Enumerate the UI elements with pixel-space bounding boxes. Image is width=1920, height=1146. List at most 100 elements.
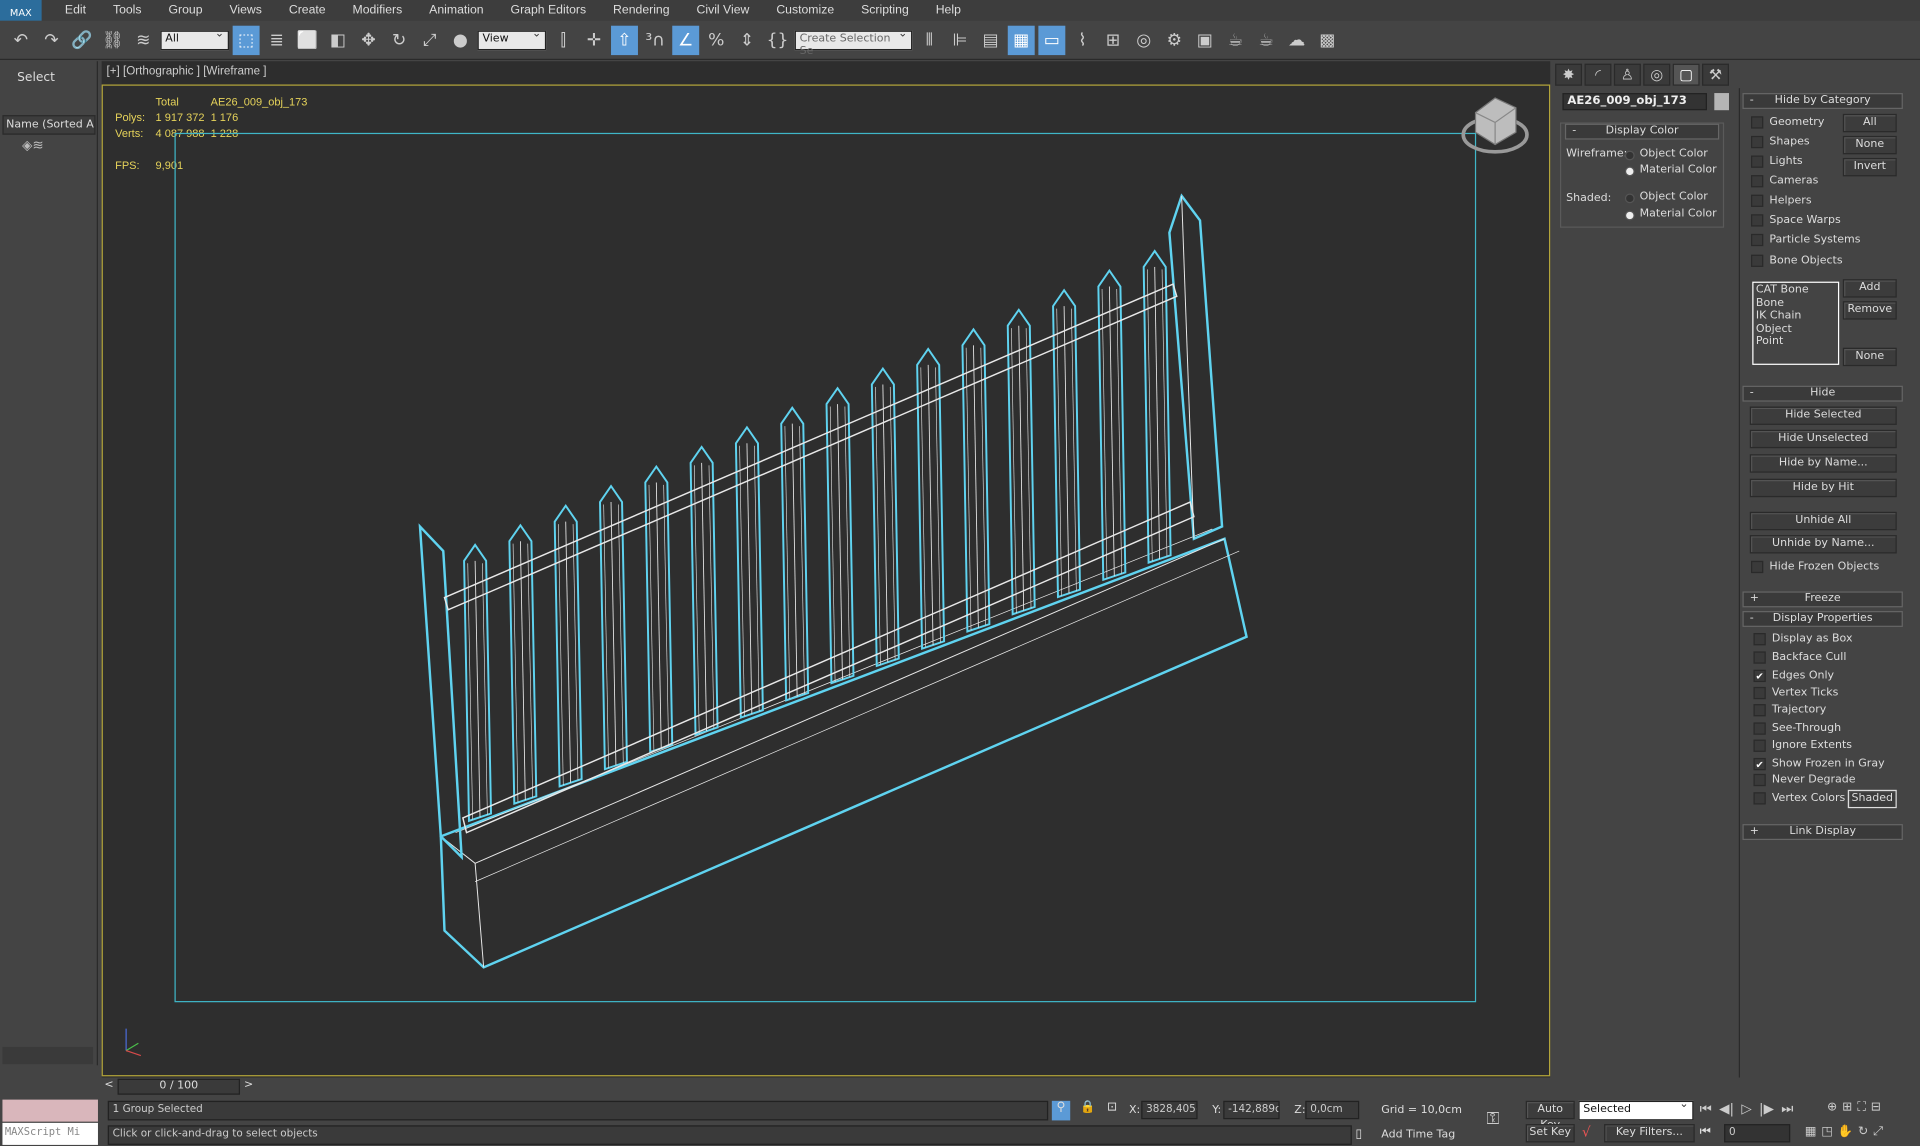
layer-icon[interactable]: ◈≋ — [22, 137, 44, 153]
render-environment-icon[interactable]: ▩ — [1314, 25, 1341, 54]
see-through-checkbox[interactable]: See-Through — [1753, 722, 1841, 735]
reference-coordinate-dropdown[interactable]: View — [477, 28, 547, 50]
render-iterative-icon[interactable]: ☕ — [1253, 25, 1280, 54]
shaded-object-color-radio[interactable]: Object Color — [1624, 191, 1708, 204]
render-setup-icon[interactable]: ⚙ — [1161, 25, 1188, 54]
select-by-name-icon[interactable]: ≣ — [263, 25, 290, 54]
hide-bone-objects-checkbox[interactable]: Bone Objects — [1751, 254, 1843, 268]
hide-helpers-checkbox[interactable]: Helpers — [1751, 194, 1812, 208]
edit-named-selection-icon[interactable]: {} — [764, 25, 791, 54]
bind-space-warp-icon[interactable]: ≋ — [130, 25, 157, 54]
edges-only-checkbox[interactable]: ✔ Edges Only — [1753, 669, 1834, 683]
window-crossing-icon[interactable]: ◧ — [324, 25, 351, 54]
zoom-extents-all-icon[interactable]: ⊟ — [1871, 1101, 1881, 1114]
hide-shapes-checkbox[interactable]: Shapes — [1751, 135, 1810, 149]
hide-by-name-button[interactable]: Hide by Name... — [1749, 454, 1897, 473]
hide-geometry-checkbox[interactable]: Geometry — [1751, 116, 1824, 129]
checkbox[interactable] — [1753, 792, 1766, 805]
previous-frame-icon[interactable]: ◀| — [1719, 1101, 1734, 1118]
set-key-button[interactable]: Set Key — [1525, 1124, 1575, 1143]
go-to-start-icon[interactable]: ⏮ — [1700, 1101, 1712, 1118]
checkbox[interactable] — [1751, 135, 1764, 149]
modify-tab-icon[interactable]: ◜ — [1584, 63, 1612, 86]
absolute-mode-icon[interactable]: ⊡ — [1107, 1101, 1117, 1114]
remove-category-button[interactable]: Remove — [1842, 301, 1897, 320]
hide-selected-button[interactable]: Hide Selected — [1749, 406, 1897, 425]
menu-scripting[interactable]: Scripting — [848, 4, 923, 17]
menu-rendering[interactable]: Rendering — [600, 4, 683, 17]
checkbox[interactable] — [1751, 175, 1764, 188]
hide-cameras-checkbox[interactable]: Cameras — [1751, 175, 1818, 188]
rectangular-selection-icon[interactable]: ⬜ — [294, 25, 321, 54]
display-properties-header[interactable]: - Display Properties — [1742, 611, 1903, 627]
ignore-extents-checkbox[interactable]: Ignore Extents — [1753, 739, 1852, 753]
next-frame-icon[interactable]: |▶ — [1759, 1101, 1774, 1118]
display-tab-icon[interactable]: ▢ — [1672, 63, 1700, 86]
field-of-view-icon[interactable]: ◳ — [1821, 1125, 1833, 1138]
rotate-icon[interactable]: ↻ — [386, 25, 413, 54]
angle-snap-icon[interactable]: ∠ — [672, 25, 700, 55]
go-to-end-icon[interactable]: ⏭ — [1781, 1101, 1793, 1118]
show-frozen-in-gray-checkbox[interactable]: ✔ Show Frozen in Gray — [1753, 757, 1885, 771]
checkbox[interactable] — [1753, 704, 1766, 717]
category-list[interactable]: CAT Bone Bone IK Chain Object Point — [1752, 281, 1840, 365]
fence-object[interactable] — [418, 193, 1248, 969]
menu-modifiers[interactable]: Modifiers — [339, 4, 416, 17]
category-list-item[interactable]: CAT Bone — [1756, 284, 1836, 297]
spinner-snap-icon[interactable]: ⇕ — [733, 25, 760, 54]
checkbox[interactable] — [1753, 739, 1766, 752]
snap-3d-icon[interactable]: ³∩ — [642, 25, 669, 54]
checkbox[interactable] — [1753, 773, 1766, 787]
motion-tab-icon[interactable]: ◎ — [1643, 63, 1671, 86]
set-keys-key-icon[interactable]: ⚿ — [1487, 1109, 1500, 1129]
hide-lights-checkbox[interactable]: Lights — [1751, 155, 1803, 169]
material-editor-icon[interactable]: ◎ — [1130, 25, 1157, 54]
checkbox[interactable] — [1751, 254, 1764, 267]
display-as-box-checkbox[interactable]: Display as Box — [1753, 633, 1852, 646]
redo-icon[interactable]: ↷ — [38, 25, 65, 54]
clear-category-list-button[interactable]: None — [1842, 347, 1897, 367]
named-selection-input[interactable]: Create Selection Se — [794, 28, 913, 57]
add-category-button[interactable]: Add — [1842, 279, 1897, 298]
current-frame-field[interactable]: 0 — [1724, 1124, 1791, 1143]
orbit-icon[interactable]: ↻ — [1858, 1125, 1868, 1138]
checkbox[interactable] — [1753, 686, 1766, 700]
unhide-by-name-button[interactable]: Unhide by Name... — [1749, 535, 1897, 554]
menu-animation[interactable]: Animation — [416, 4, 497, 17]
viewcube-icon[interactable] — [1461, 97, 1529, 154]
y-coordinate-field[interactable]: -142,889cı — [1223, 1100, 1280, 1120]
menu-civil-view[interactable]: Civil View — [683, 4, 763, 17]
wireframe-material-color-radio[interactable]: Material Color — [1624, 164, 1717, 177]
zoom-extents-icon[interactable]: ⛶ — [1857, 1101, 1866, 1114]
menu-views[interactable]: Views — [216, 4, 275, 17]
timeline-next-button[interactable]: > — [241, 1079, 256, 1095]
app-logo[interactable]: MAX — [0, 0, 42, 21]
hide-particle-systems-checkbox[interactable]: Particle Systems — [1751, 233, 1860, 247]
select-tab[interactable]: Select — [2, 63, 94, 89]
display-color-header[interactable]: - Display Color — [1564, 123, 1720, 140]
unhide-all-button[interactable]: Unhide All — [1749, 511, 1897, 531]
trajectory-checkbox[interactable]: Trajectory — [1753, 704, 1826, 717]
menu-help[interactable]: Help — [922, 4, 974, 17]
timeline-prev-button[interactable]: < — [102, 1079, 117, 1095]
ribbon-icon[interactable]: ▭ — [1038, 25, 1066, 55]
pan-icon[interactable]: ✋ — [1838, 1125, 1853, 1138]
percent-snap-icon[interactable]: % — [703, 25, 730, 54]
never-degrade-checkbox[interactable]: Never Degrade — [1753, 773, 1856, 787]
link-display-header[interactable]: + Link Display — [1742, 824, 1903, 841]
scale-icon[interactable]: ⤢ — [416, 25, 443, 54]
viewport-orthographic[interactable]: [+] [Orthographic ] [Wireframe ] Total A… — [101, 61, 1551, 1078]
hierarchy-tab-icon[interactable]: ♙ — [1613, 63, 1641, 86]
category-list-item[interactable]: IK Chain Object — [1756, 310, 1836, 336]
curve-editor-icon[interactable]: ⌇ — [1069, 25, 1096, 54]
vertex-colors-checkbox[interactable]: Vertex Colors — [1753, 792, 1845, 805]
utilities-tab-icon[interactable]: ⚒ — [1702, 63, 1729, 86]
selection-filter-dropdown[interactable]: All — [160, 28, 229, 50]
checkbox[interactable] — [1751, 560, 1764, 574]
vertex-colors-shaded-button[interactable]: Shaded — [1847, 789, 1897, 809]
key-filters-button[interactable]: Key Filters... — [1604, 1124, 1695, 1143]
menu-tools[interactable]: Tools — [99, 4, 155, 17]
backface-cull-checkbox[interactable]: Backface Cull — [1753, 651, 1846, 664]
hide-unselected-button[interactable]: Hide Unselected — [1749, 429, 1897, 449]
key-mode-toggle-icon[interactable]: ⏮ — [1700, 1125, 1711, 1138]
